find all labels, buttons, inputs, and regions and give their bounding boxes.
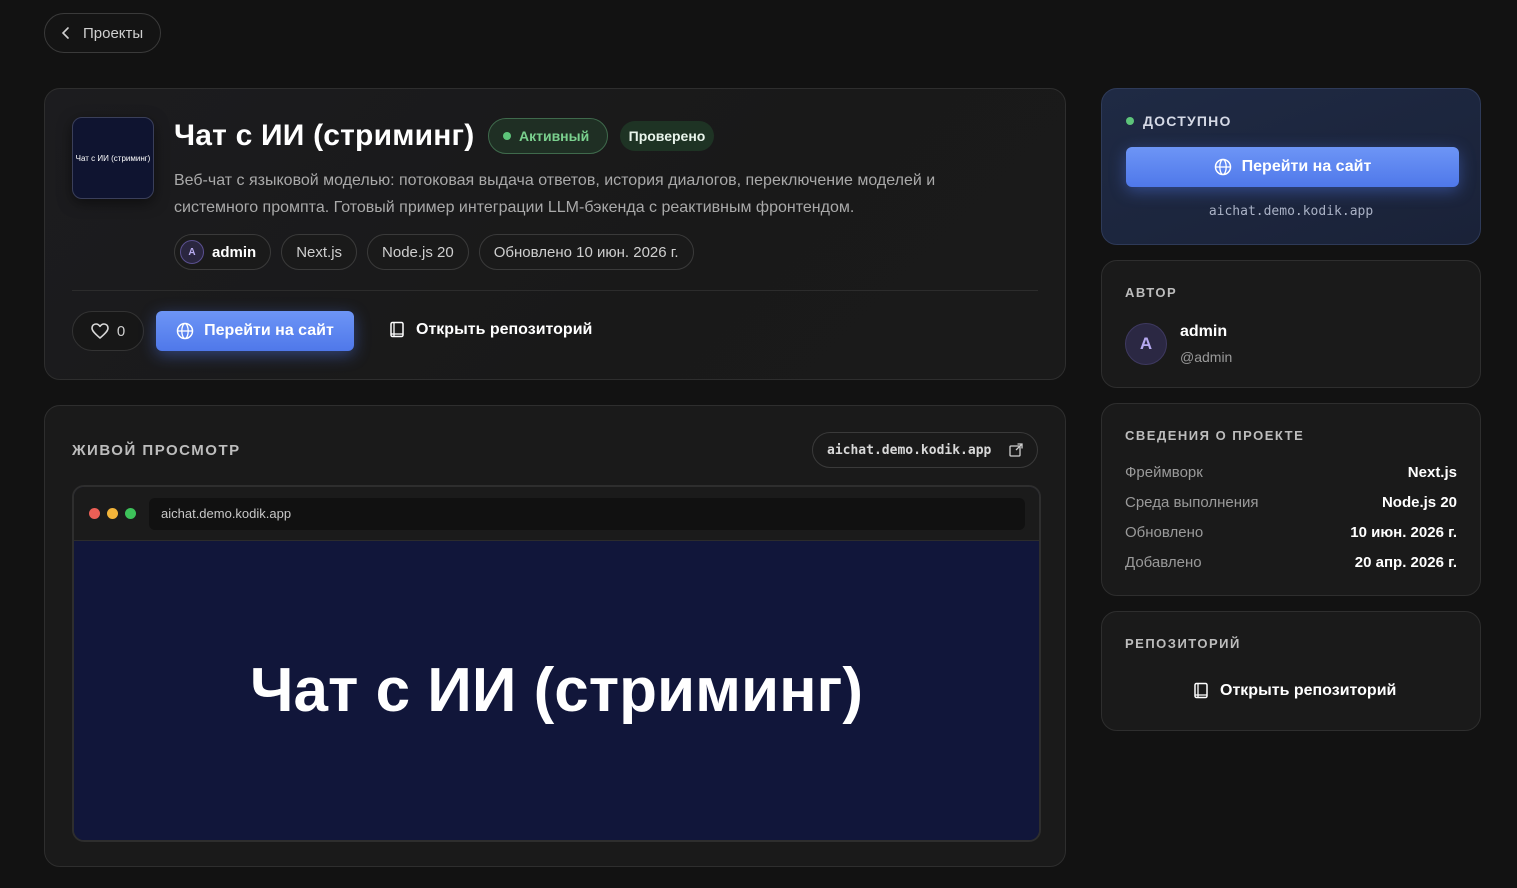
project-title: Чат с ИИ (стриминг) (174, 119, 475, 152)
updated-chip: Обновлено 10 июн. 2026 г. (478, 234, 694, 270)
info-row-added: Добавлено 20 апр. 2026 г. (1125, 554, 1457, 584)
project-description: Веб-чат с языковой моделью: потоковая вы… (174, 172, 936, 216)
info-key: Фреймворк (1125, 464, 1203, 481)
verified-badge: Проверено (620, 121, 714, 151)
availability-text: ДОСТУПНО (1143, 113, 1232, 129)
info-row-runtime: Среда выполнения Node.js 20 (1125, 494, 1457, 524)
info-value: 10 июн. 2026 г. (1350, 524, 1457, 541)
tag-chip-framework: Next.js (281, 234, 358, 270)
like-count: 0 (116, 322, 126, 340)
browser-preview-frame: aichat.demo.kodik.app Чат с ИИ (стриминг… (72, 485, 1041, 842)
author-mini-avatar: A (180, 240, 204, 264)
open-repo-link[interactable]: Открыть репозиторий (389, 321, 592, 339)
close-dot-icon (89, 508, 100, 519)
repository-card: Репозиторий Открыть репозиторий (1101, 611, 1481, 731)
available-dot-icon (1126, 117, 1134, 125)
info-value: Next.js (1407, 464, 1457, 481)
repository-heading: Репозиторий (1125, 636, 1241, 651)
sidebar-visit-site-button[interactable]: Перейти на сайт (1126, 147, 1459, 187)
maximize-dot-icon (125, 508, 136, 519)
live-preview-heading: Живой просмотр (72, 442, 241, 459)
info-row-updated: Обновлено 10 июн. 2026 г. (1125, 524, 1457, 554)
globe-icon (1214, 158, 1231, 176)
divider (72, 290, 1038, 291)
sidebar-open-repo-link[interactable]: Открыть репозиторий (1193, 682, 1396, 700)
info-row-framework: Фреймворк Next.js (1125, 464, 1457, 494)
preview-url-link[interactable]: aichat.demo.kodik.app (812, 432, 1038, 468)
site-url: aichat.demo.kodik.app (1208, 204, 1374, 219)
info-value: 20 апр. 2026 г. (1354, 554, 1457, 571)
live-preview-card: Живой просмотр aichat.demo.kodik.app aic… (44, 405, 1066, 867)
author-handle: @admin (1180, 349, 1233, 365)
author-chip-label: admin (212, 243, 257, 261)
visit-site-button[interactable]: Перейти на сайт (156, 311, 354, 351)
author-card-heading: Автор (1125, 285, 1178, 300)
browser-address-bar: aichat.demo.kodik.app (149, 497, 1025, 530)
info-key: Обновлено (1125, 524, 1204, 541)
preview-url-text: aichat.demo.kodik.app (827, 442, 992, 458)
open-repo-label: Открыть репозиторий (416, 321, 593, 338)
author-chip[interactable]: A admin (174, 234, 272, 270)
avatar[interactable]: A (1125, 323, 1167, 365)
author-card: Автор A admin @admin (1101, 260, 1481, 388)
sidebar-open-repo-label: Открыть репозиторий (1220, 682, 1397, 699)
minimize-dot-icon (107, 508, 118, 519)
info-value: Node.js 20 (1381, 494, 1457, 511)
book-icon (1194, 682, 1208, 699)
back-to-projects-button[interactable]: Проекты (44, 13, 161, 53)
project-header-card: Чат с ИИ (стриминг) Чат с ИИ (стриминг) … (44, 88, 1066, 380)
visit-site-label: Перейти на сайт (204, 322, 334, 339)
external-link-icon (1009, 443, 1023, 457)
preview-viewport[interactable]: Чат с ИИ (стриминг) (74, 541, 1039, 840)
project-info-heading: Сведения о проекте (1125, 428, 1305, 443)
author-name[interactable]: admin (1180, 323, 1227, 341)
status-badge: Активный (488, 118, 608, 154)
availability-card: ДОСТУПНО Перейти на сайт aichat.demo.kod… (1101, 88, 1481, 245)
sidebar-visit-site-label: Перейти на сайт (1241, 158, 1372, 175)
project-thumbnail: Чат с ИИ (стриминг) (72, 117, 154, 199)
chevron-left-icon (61, 27, 69, 39)
book-icon (390, 321, 404, 338)
browser-toolbar: aichat.demo.kodik.app (74, 487, 1039, 541)
info-key: Добавлено (1125, 554, 1202, 571)
preview-page-heading: Чат с ИИ (стриминг) (249, 656, 864, 725)
project-info-list: Фреймворк Next.js Среда выполнения Node.… (1125, 464, 1457, 584)
project-meta-chips: A admin Next.js Node.js 20 Обновлено 10 … (174, 234, 694, 270)
like-button[interactable]: 0 (72, 311, 144, 351)
globe-icon (176, 322, 194, 340)
tag-chip-runtime: Node.js 20 (367, 234, 469, 270)
back-label: Проекты (83, 24, 144, 42)
project-info-card: Сведения о проекте Фреймворк Next.js Сре… (1101, 403, 1481, 596)
availability-label: ДОСТУПНО (1126, 113, 1232, 129)
heart-icon (91, 323, 109, 339)
info-key: Среда выполнения (1125, 494, 1259, 511)
status-dot-icon (503, 132, 511, 140)
thumbnail-text: Чат с ИИ (стриминг) (75, 153, 151, 163)
status-badge-label: Активный (519, 128, 590, 144)
